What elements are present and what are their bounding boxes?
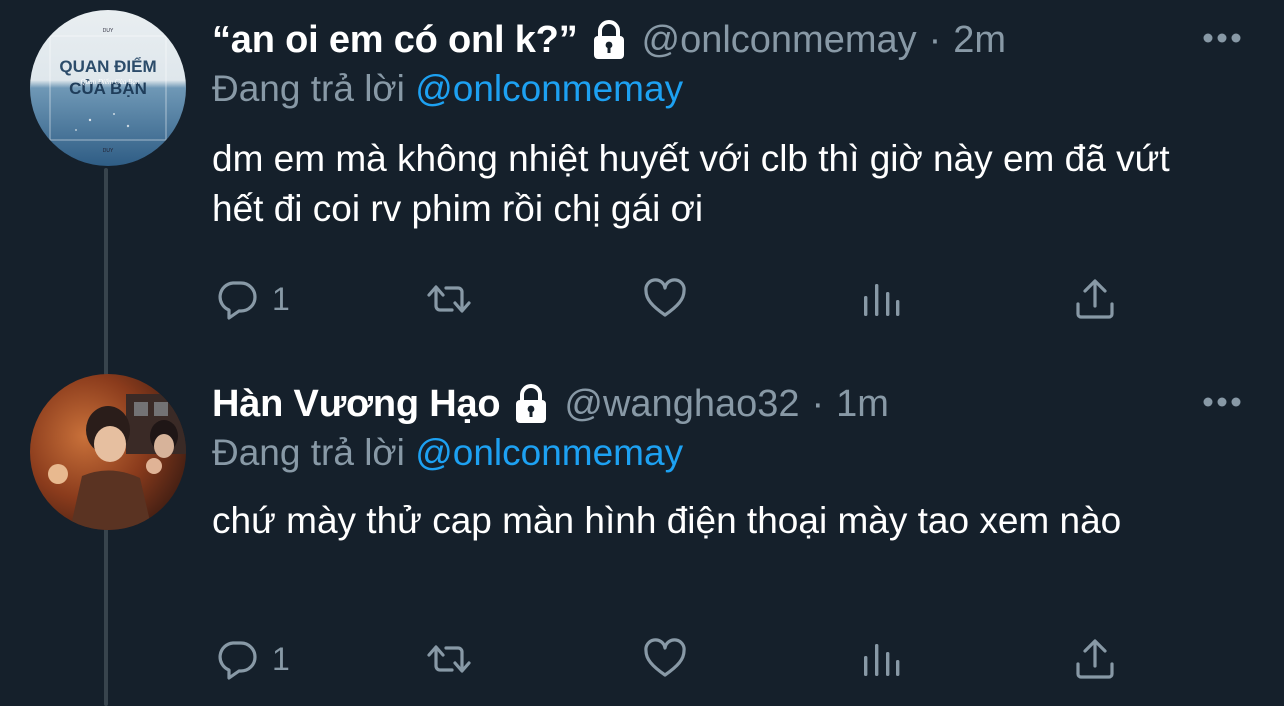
reply-button[interactable]: 1 xyxy=(214,274,290,324)
share-icon xyxy=(1076,639,1114,679)
tweet-header: Hàn Vương Hạo @wanghao32 · 1m xyxy=(212,376,1254,432)
separator-dot: · xyxy=(928,18,942,61)
separator-dot: · xyxy=(811,382,825,425)
timestamp[interactable]: 2m xyxy=(953,19,1006,62)
avatar-bottom-text: DUY xyxy=(103,148,114,154)
reply-icon xyxy=(218,641,257,680)
avatar-script-text: Quan Điểm Của Bạn xyxy=(81,78,140,86)
replying-to-mention[interactable]: @onlconmemay xyxy=(415,68,683,109)
retweet-icon xyxy=(427,645,471,673)
replying-to-label: Đang trả lời xyxy=(212,432,405,473)
analytics-button[interactable] xyxy=(858,274,904,324)
timestamp[interactable]: 1m xyxy=(836,383,889,426)
display-name[interactable]: Hàn Vương Hạo xyxy=(212,383,501,426)
avatar-image xyxy=(30,374,186,530)
heart-icon xyxy=(644,638,686,677)
retweet-button[interactable] xyxy=(426,634,472,684)
replying-to-mention[interactable]: @onlconmemay xyxy=(415,432,683,473)
tweet-actions: 1 xyxy=(212,634,1132,684)
share-icon xyxy=(1076,279,1114,319)
like-button[interactable] xyxy=(642,274,688,324)
reply-count: 1 xyxy=(272,640,290,677)
avatar-top-text: DUY xyxy=(103,28,114,34)
avatar-title-line-1: QUAN ĐIỂM xyxy=(59,57,156,76)
replying-to: Đang trả lời @onlconmemay xyxy=(212,68,683,110)
analytics-icon xyxy=(864,644,900,676)
replying-to: Đang trả lời @onlconmemay xyxy=(212,432,683,474)
lock-icon xyxy=(592,20,626,60)
heart-icon xyxy=(644,278,686,317)
share-button[interactable] xyxy=(1072,634,1118,684)
replying-to-label: Đang trả lời xyxy=(212,68,405,109)
tweet-header: “an oi em có onl k?” @onlconmemay · 2m xyxy=(212,12,1254,68)
like-button[interactable] xyxy=(642,634,688,684)
analytics-icon xyxy=(864,284,900,316)
tweet-actions: 1 xyxy=(212,274,1132,324)
share-button[interactable] xyxy=(1072,274,1118,324)
avatar-image: DUY QUAN ĐIỂM CỦA BẠN Quan Điểm Của Bạn … xyxy=(30,10,186,166)
lock-icon xyxy=(514,384,548,424)
retweet-icon xyxy=(427,285,471,313)
tweet-text: chứ mày thử cap màn hình điện thoại mày … xyxy=(212,500,1122,541)
reply-button[interactable]: 1 xyxy=(214,634,290,684)
user-handle[interactable]: @onlconmemay xyxy=(642,19,917,62)
more-icon[interactable] xyxy=(1202,32,1242,44)
reply-count: 1 xyxy=(272,280,290,317)
tweet-text: dm em mà không nhiệt huyết với clb thì g… xyxy=(212,138,1170,229)
user-handle[interactable]: @wanghao32 xyxy=(564,383,799,426)
avatar[interactable] xyxy=(30,374,186,530)
more-icon[interactable] xyxy=(1202,396,1242,408)
tweet[interactable]: DUY QUAN ĐIỂM CỦA BẠN Quan Điểm Của Bạn … xyxy=(0,0,1284,360)
display-name[interactable]: “an oi em có onl k?” xyxy=(212,19,578,62)
retweet-button[interactable] xyxy=(426,274,472,324)
analytics-button[interactable] xyxy=(858,634,904,684)
tweet[interactable]: Hàn Vương Hạo @wanghao32 · 1m Đang trả l… xyxy=(0,366,1284,706)
reply-icon xyxy=(218,281,257,320)
avatar[interactable]: DUY QUAN ĐIỂM CỦA BẠN Quan Điểm Của Bạn … xyxy=(30,10,186,166)
